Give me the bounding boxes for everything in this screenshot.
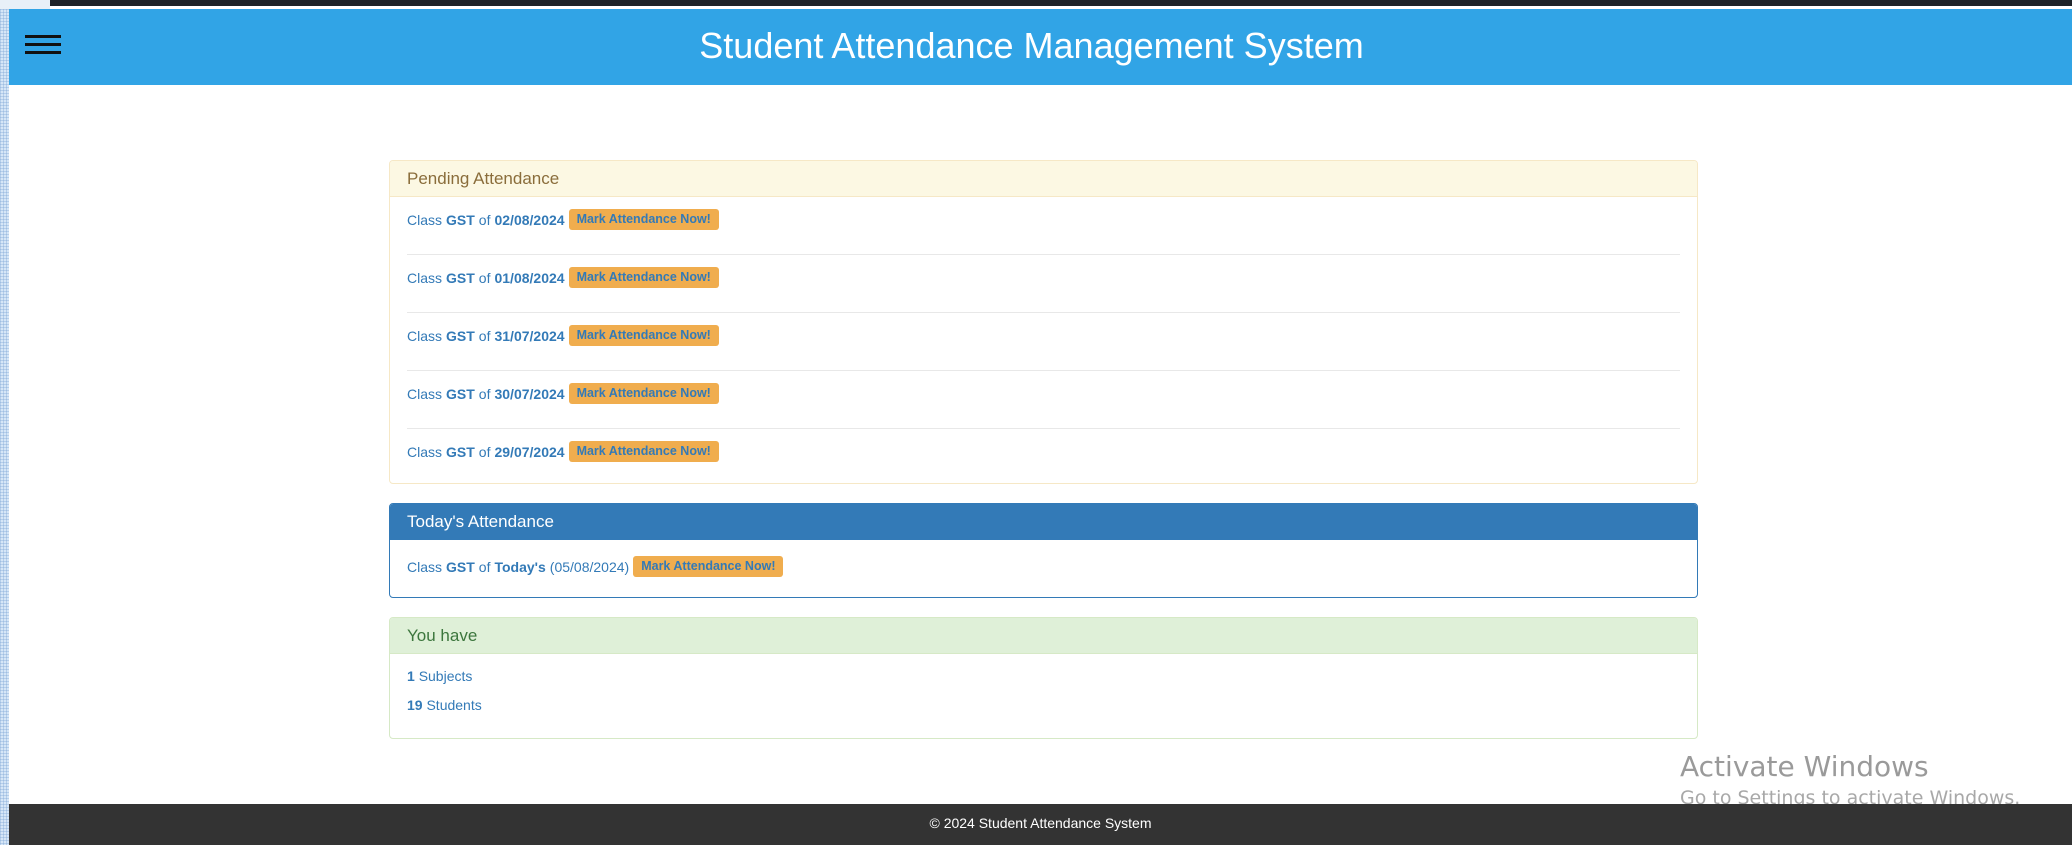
todays-attendance-heading: Today's Attendance xyxy=(390,504,1697,540)
list-item: Class GST of 29/07/2024 Mark Attendance … xyxy=(407,429,1680,486)
class-prefix: Class xyxy=(407,327,443,344)
list-item: Class GST of 30/07/2024 Mark Attendance … xyxy=(407,371,1680,429)
page-title: Student Attendance Management System xyxy=(699,25,1364,66)
subjects-label: Subjects xyxy=(418,668,473,684)
window-edge xyxy=(0,0,50,9)
class-subject: GST xyxy=(446,443,475,460)
subjects-count-link[interactable]: 1 Subjects xyxy=(407,668,472,684)
class-subject: GST xyxy=(446,327,475,344)
summary-heading: You have xyxy=(390,618,1697,654)
class-subject: GST xyxy=(446,558,475,575)
footer-text: © 2024 Student Attendance System xyxy=(929,815,1152,831)
mark-attendance-button[interactable]: Mark Attendance Now! xyxy=(568,441,719,462)
list-item: Class GST of 31/07/2024 Mark Attendance … xyxy=(407,313,1680,371)
list-item: Class GST of 02/08/2024 Mark Attendance … xyxy=(407,197,1680,255)
pending-attendance-heading: Pending Attendance xyxy=(390,161,1697,197)
class-of: of xyxy=(478,385,491,402)
class-day: Today's xyxy=(494,558,546,575)
class-date: (05/08/2024) xyxy=(549,558,630,575)
class-of: of xyxy=(478,269,491,286)
class-of: of xyxy=(478,443,491,460)
background-window-strip xyxy=(50,0,2072,6)
mark-attendance-button[interactable]: Mark Attendance Now! xyxy=(568,267,719,288)
pending-attendance-panel: Pending Attendance Class GST of 02/08/20… xyxy=(389,160,1698,484)
page-footer: © 2024 Student Attendance System xyxy=(9,804,2072,845)
app-header: Student Attendance Management System xyxy=(9,9,2072,85)
class-of: of xyxy=(478,211,491,228)
pending-attendance-list: Class GST of 02/08/2024 Mark Attendance … xyxy=(390,197,1697,486)
mark-attendance-button[interactable]: Mark Attendance Now! xyxy=(568,209,719,230)
mark-attendance-button[interactable]: Mark Attendance Now! xyxy=(633,556,784,577)
class-of: of xyxy=(478,327,491,344)
desktop-background-strip xyxy=(0,0,9,845)
activate-windows-title: Activate Windows xyxy=(1680,750,1929,783)
list-item: Class GST of 01/08/2024 Mark Attendance … xyxy=(407,255,1680,313)
class-prefix: Class xyxy=(407,269,443,286)
class-prefix: Class xyxy=(407,443,443,460)
subjects-count: 1 xyxy=(407,668,415,684)
class-prefix: Class xyxy=(407,558,443,575)
summary-panel: You have 1 Subjects 19 Students xyxy=(389,617,1698,739)
students-label: Students xyxy=(426,697,482,713)
class-prefix: Class xyxy=(407,211,443,228)
mark-attendance-button[interactable]: Mark Attendance Now! xyxy=(568,383,719,404)
class-date: 02/08/2024 xyxy=(494,211,565,228)
class-date: 31/07/2024 xyxy=(494,327,565,344)
class-date: 30/07/2024 xyxy=(494,385,565,402)
students-count: 19 xyxy=(407,697,423,713)
class-subject: GST xyxy=(446,385,475,402)
mark-attendance-button[interactable]: Mark Attendance Now! xyxy=(568,325,719,346)
class-date: 29/07/2024 xyxy=(494,443,565,460)
class-prefix: Class xyxy=(407,385,443,402)
class-of: of xyxy=(478,558,491,575)
class-date: 01/08/2024 xyxy=(494,269,565,286)
todays-attendance-panel: Today's Attendance Class GST of Today's … xyxy=(389,503,1698,598)
class-subject: GST xyxy=(446,211,475,228)
list-item: Class GST of Today's (05/08/2024) Mark A… xyxy=(407,556,784,577)
students-count-link[interactable]: 19 Students xyxy=(407,697,482,713)
class-subject: GST xyxy=(446,269,475,286)
